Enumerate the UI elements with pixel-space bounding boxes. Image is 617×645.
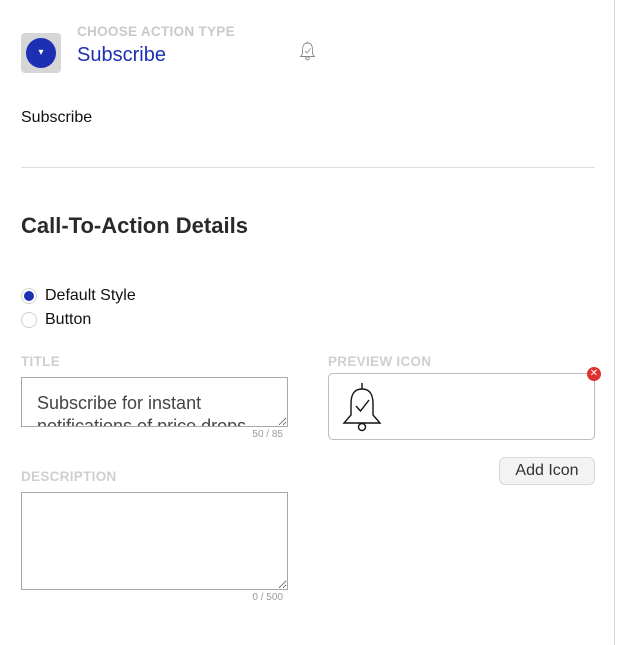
- description-label: DESCRIPTION: [21, 469, 117, 484]
- title-input[interactable]: [21, 377, 288, 427]
- title-char-counter: 50 / 85: [252, 429, 283, 440]
- radio-button-checked[interactable]: [21, 288, 37, 304]
- preview-icon-label: PREVIEW ICON: [328, 354, 432, 369]
- bell-check-icon: [299, 41, 316, 61]
- chevron-down-icon: ▾: [26, 38, 56, 68]
- add-icon-button[interactable]: Add Icon: [499, 457, 595, 485]
- cta-settings-panel: ▾ CHOOSE ACTION TYPE Subscribe Subscribe…: [0, 0, 617, 645]
- radio-label: Default Style: [45, 287, 136, 304]
- action-type-label: CHOOSE ACTION TYPE: [77, 24, 235, 39]
- description-char-counter: 0 / 500: [252, 592, 283, 603]
- title-label: TITLE: [21, 354, 60, 369]
- bell-check-icon: [342, 383, 382, 432]
- section-divider: [21, 167, 595, 168]
- panel-border: [614, 0, 615, 645]
- radio-default-style[interactable]: Default Style: [21, 287, 136, 305]
- action-type-toggle[interactable]: ▾: [21, 33, 61, 73]
- action-text: Subscribe: [21, 109, 93, 126]
- description-input[interactable]: [21, 492, 288, 590]
- radio-button-unchecked[interactable]: [21, 312, 37, 328]
- close-icon[interactable]: ✕: [587, 367, 601, 381]
- radio-button-style[interactable]: Button: [21, 311, 91, 329]
- radio-label: Button: [45, 311, 92, 328]
- action-type-value[interactable]: Subscribe: [77, 44, 166, 67]
- section-title: Call-To-Action Details: [21, 213, 248, 238]
